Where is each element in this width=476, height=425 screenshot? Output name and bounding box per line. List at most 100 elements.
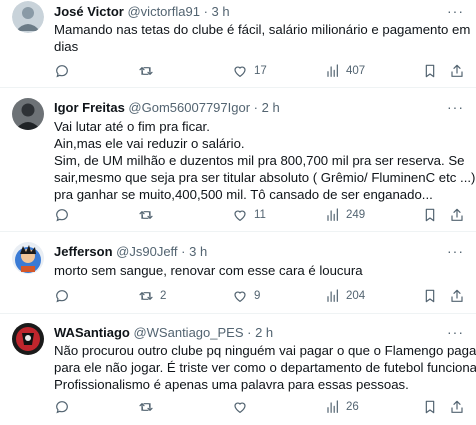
avatar[interactable]: [12, 1, 44, 33]
tweet-text-line: dias: [54, 39, 79, 54]
more-options-icon[interactable]: ···: [447, 3, 464, 19]
tweet-text-line: Não procurou outro clube pq ninguém vai …: [54, 343, 476, 358]
timestamp[interactable]: 2 h: [262, 100, 280, 115]
views-button[interactable]: 249: [324, 206, 365, 224]
tweet-3[interactable]: Jefferson @Js90Jeff · 3 h ··· morto sem …: [0, 232, 476, 314]
reply-icon: [56, 65, 68, 78]
user-handle[interactable]: @Gom56007797Igor: [128, 100, 250, 115]
tweet-text-line: morto sem sangue, renovar com esse cara …: [54, 263, 363, 278]
user-handle[interactable]: @victorfla91: [127, 4, 199, 19]
share-button[interactable]: [449, 206, 465, 224]
bookmark-button[interactable]: [422, 287, 438, 305]
tweet-header: Igor Freitas @Gom56007797Igor · 2 h: [54, 99, 280, 117]
retweet-icon: [139, 211, 153, 219]
avatar[interactable]: [12, 242, 44, 274]
tweet-header: José Victor @victorfla91 · 3 h: [54, 3, 230, 21]
views-button[interactable]: 407: [324, 62, 365, 80]
tweet-text-line: pra ganhar se muito,400,500 mil. Tô cans…: [54, 187, 433, 202]
bookmark-button[interactable]: [422, 62, 438, 80]
tweet-text: Mamando nas tetas do clube é fácil, salá…: [54, 21, 471, 55]
user-handle[interactable]: @Js90Jeff: [116, 244, 177, 259]
tweet-text-line: Mamando nas tetas do clube é fácil, salá…: [54, 22, 471, 37]
tweet-2[interactable]: Igor Freitas @Gom56007797Igor · 2 h ··· …: [0, 88, 476, 232]
share-button[interactable]: [449, 398, 465, 416]
like-button[interactable]: 11: [232, 206, 266, 224]
bookmark-icon: [425, 400, 435, 414]
tweet-1[interactable]: José Victor @victorfla91 · 3 h ··· Maman…: [0, 0, 476, 88]
like-count: 9: [254, 290, 261, 302]
bookmark-icon: [425, 64, 435, 78]
retweet-button[interactable]: [138, 398, 160, 416]
share-button[interactable]: [449, 62, 465, 80]
retweet-icon: [139, 292, 153, 300]
more-options-icon[interactable]: ···: [447, 99, 464, 115]
heart-icon: [234, 402, 246, 413]
avatar[interactable]: [12, 98, 44, 130]
retweet-icon: [139, 403, 153, 411]
reply-button[interactable]: [54, 398, 76, 416]
share-icon: [451, 64, 463, 77]
like-count: 11: [254, 209, 266, 221]
tweet-text-line: para ele não jogar. É triste ver como o …: [54, 360, 476, 375]
timestamp[interactable]: 2 h: [255, 325, 273, 340]
views-button[interactable]: 26: [324, 398, 359, 416]
tweet-text: Não procurou outro clube pq ninguém vai …: [54, 342, 476, 393]
tweet-text-line: Ain,mas ele vai reduzir o salário.: [54, 136, 245, 151]
share-icon: [451, 208, 463, 221]
tweet-text: morto sem sangue, renovar com esse cara …: [54, 262, 462, 279]
views-count: 26: [346, 401, 359, 413]
tweet-text-line: sair,mesmo que seja pra ser titular abso…: [54, 170, 476, 185]
retweet-button[interactable]: [138, 206, 160, 224]
tweet-header: WASantiago @WSantiago_PES · 2 h: [54, 324, 273, 342]
views-button[interactable]: 204: [324, 287, 365, 305]
reply-icon: [56, 401, 68, 414]
separator-dot: ·: [247, 325, 252, 340]
bookmark-button[interactable]: [422, 206, 438, 224]
bookmark-icon: [425, 208, 435, 222]
views-count: 407: [346, 65, 366, 77]
timestamp[interactable]: 3 h: [212, 4, 230, 19]
timestamp[interactable]: 3 h: [189, 244, 207, 259]
user-handle[interactable]: @WSantiago_PES: [133, 325, 243, 340]
retweet-button[interactable]: 2: [138, 287, 166, 305]
like-button[interactable]: [232, 398, 254, 416]
more-options-icon[interactable]: ···: [447, 324, 464, 340]
heart-icon: [234, 210, 246, 221]
views-count: 204: [346, 290, 366, 302]
reply-button[interactable]: [54, 287, 76, 305]
avatar[interactable]: [12, 323, 44, 355]
retweet-count: 2: [160, 290, 167, 302]
separator-dot: ·: [253, 100, 258, 115]
reply-icon: [56, 209, 68, 222]
more-options-icon[interactable]: ···: [447, 243, 464, 259]
reply-button[interactable]: [54, 206, 76, 224]
like-button[interactable]: 17: [232, 62, 267, 80]
tweet-text: Vai lutar até o fim pra ficar. Ain,mas e…: [54, 118, 476, 203]
views-icon: [327, 289, 338, 302]
display-name[interactable]: Jefferson: [54, 244, 113, 259]
retweet-icon: [139, 67, 153, 75]
retweet-button[interactable]: [138, 62, 160, 80]
bookmark-button[interactable]: [422, 398, 438, 416]
display-name[interactable]: WASantiago: [54, 325, 130, 340]
views-count: 249: [346, 209, 366, 221]
share-button[interactable]: [449, 287, 465, 305]
like-button[interactable]: 9: [232, 287, 260, 305]
views-icon: [327, 64, 338, 77]
views-icon: [327, 400, 338, 413]
share-icon: [451, 289, 463, 302]
share-icon: [451, 400, 463, 413]
display-name[interactable]: Igor Freitas: [54, 100, 125, 115]
tweet-text-line: Vai lutar até o fim pra ficar.: [54, 119, 210, 134]
reply-button[interactable]: [54, 62, 76, 80]
tweet-actions: 2 9 204: [54, 287, 464, 305]
tweet-4[interactable]: WASantiago @WSantiago_PES · 2 h ··· Não …: [0, 314, 476, 425]
separator-dot: ·: [203, 4, 208, 19]
display-name[interactable]: José Victor: [54, 4, 124, 19]
tweet-text-line: Profissionalismo é apenas uma palavra pa…: [54, 377, 409, 392]
tweet-header: Jefferson @Js90Jeff · 3 h: [54, 243, 207, 261]
bookmark-icon: [425, 289, 435, 303]
tweet-actions: 26: [54, 398, 464, 416]
tweet-actions: 11 249: [54, 206, 464, 224]
tweet-actions: 17 407: [54, 62, 464, 80]
